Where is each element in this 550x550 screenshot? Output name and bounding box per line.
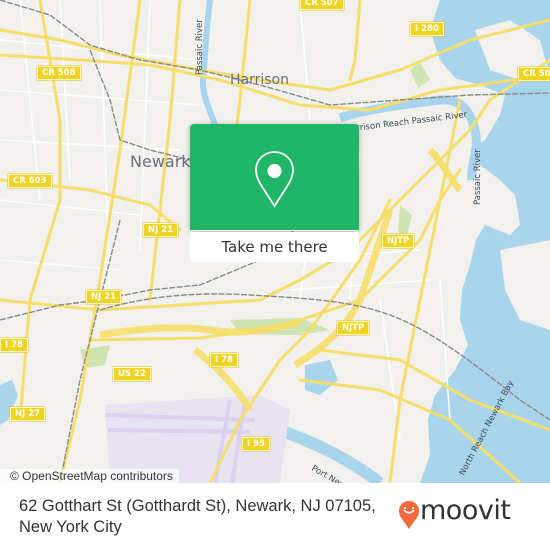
road-shield-nj-21-upper: NJ 21 [143, 223, 179, 237]
map-attribution[interactable]: © OpenStreetMap contributors [0, 469, 179, 483]
water-label-passaic-river-east: Passaic River [473, 149, 483, 205]
moovit-logo[interactable]: moovit [398, 495, 511, 533]
road-shield-cr-508-east: CR 508 [518, 67, 550, 81]
road-shield-njtp-upper: NJTP [382, 234, 415, 248]
footer: 62 Gotthart St (Gotthardt St), Newark, N… [0, 483, 550, 550]
popup-pointer [263, 236, 279, 245]
map-view[interactable]: Harrison Newark Passaic River Harrison R… [0, 0, 550, 483]
location-popup: Take me there [190, 124, 359, 262]
water-canal [305, 360, 338, 395]
popup-header [190, 124, 359, 230]
road-shield-cr-507: CR 507 [300, 0, 344, 10]
road-shield-cr-603: CR 603 [8, 174, 52, 188]
road-shield-i-78-west: I 78 [0, 338, 28, 352]
road-shield-i-280: I 280 [410, 22, 444, 36]
road-shield-nj-27: NJ 27 [10, 407, 46, 421]
road-shield-njtp-lower: NJTP [337, 321, 370, 335]
address-text: 62 Gotthart St (Gotthardt St), Newark, N… [19, 497, 376, 536]
place-label-harrison: Harrison [230, 72, 289, 88]
road-shield-i-95: I 95 [242, 437, 270, 451]
road-shield-nj-21-lower: NJ 21 [86, 290, 122, 304]
place-label-newark: Newark [130, 152, 191, 171]
road-shield-us-22: US 22 [113, 367, 151, 381]
road-shield-cr-508-west: CR 508 [37, 66, 81, 80]
road-shield-i-78-east: I 78 [210, 353, 238, 367]
water-label-passaic-river-north: Passaic River [195, 19, 205, 75]
moovit-wordmark: moovit [420, 495, 511, 526]
moovit-pin-icon [399, 501, 419, 529]
map-pin-icon [255, 151, 294, 208]
